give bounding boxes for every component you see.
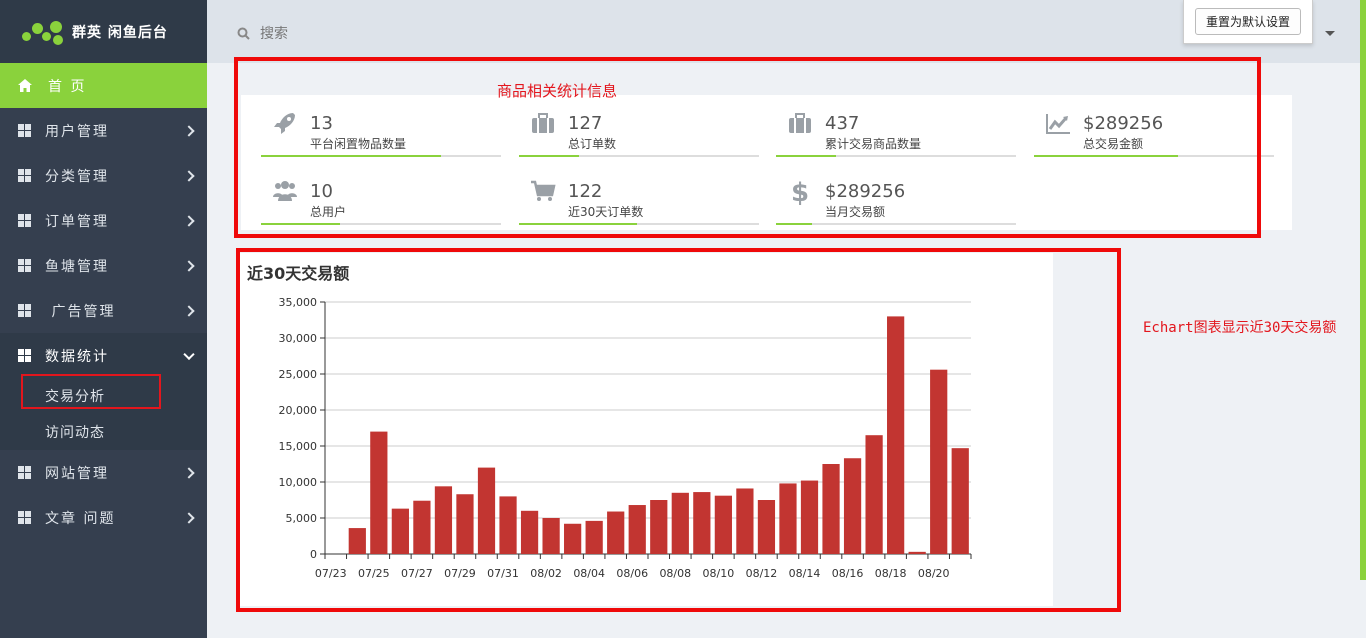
brand-name: 群英 闲鱼后台 — [72, 24, 168, 41]
chevron-right-icon — [183, 259, 195, 272]
search-icon — [237, 27, 250, 40]
nav-label: 用户管理 — [45, 123, 109, 140]
nav-item-articles[interactable]: 文章 问题 — [0, 495, 207, 540]
nav-label: 订单管理 — [45, 213, 109, 230]
nav-label: 分类管理 — [45, 168, 109, 185]
chevron-right-icon — [183, 169, 195, 182]
nav-label: 广告管理 — [45, 303, 116, 320]
grid-icon — [18, 466, 31, 479]
nav-item-users[interactable]: 用户管理 — [0, 108, 207, 153]
nav-item-categories[interactable]: 分类管理 — [0, 153, 207, 198]
grid-icon — [18, 124, 31, 137]
nav-item-ads[interactable]: 广告管理 — [0, 288, 207, 333]
annotation-box-stats — [234, 57, 1261, 238]
nav-item-ponds[interactable]: 鱼塘管理 — [0, 243, 207, 288]
nav-label: 首 页 — [48, 78, 87, 95]
chevron-right-icon — [183, 466, 195, 479]
chevron-right-icon — [183, 214, 195, 227]
scrollbar[interactable] — [1360, 0, 1366, 580]
grid-icon — [18, 349, 31, 362]
grid-icon — [18, 169, 31, 182]
grid-icon — [18, 259, 31, 272]
logo-icon — [22, 19, 64, 45]
caret-down-icon[interactable] — [1325, 31, 1335, 36]
nav-label: 网站管理 — [45, 465, 109, 482]
annotation-box-chart — [236, 248, 1121, 612]
grid-icon — [18, 511, 31, 524]
annotation-box-submenu — [21, 374, 161, 409]
sub-item-visit-trends[interactable]: 访问动态 — [0, 414, 207, 450]
topbar: 搜索 重置为默认设置 — [207, 0, 1366, 63]
chevron-right-icon — [183, 304, 195, 317]
nav-label: 鱼塘管理 — [45, 258, 109, 275]
reset-popover: 重置为默认设置 — [1183, 0, 1313, 44]
nav-item-statistics[interactable]: 数据统计 — [0, 333, 207, 378]
nav-label: 数据统计 — [45, 348, 109, 365]
nav-item-site[interactable]: 网站管理 — [0, 450, 207, 495]
annotation-stats-text: 商品相关统计信息 — [497, 82, 618, 100]
nav-item-orders[interactable]: 订单管理 — [0, 198, 207, 243]
home-icon — [18, 79, 32, 92]
grid-icon — [18, 304, 31, 317]
chevron-right-icon — [183, 511, 195, 524]
search-placeholder: 搜索 — [260, 26, 288, 42]
nav-item-home[interactable]: 首 页 — [0, 63, 207, 108]
chevron-right-icon — [183, 124, 195, 137]
grid-icon — [18, 214, 31, 227]
annotation-chart-text: Echart图表显示近30天交易额 — [1143, 320, 1337, 336]
search-input[interactable]: 搜索 — [237, 23, 288, 43]
reset-default-button[interactable]: 重置为默认设置 — [1194, 8, 1301, 35]
nav-label: 文章 问题 — [45, 510, 116, 527]
sidebar: 群英 闲鱼后台 首 页 用户管理 分类管理 订单管理 鱼塘管理 广告管理 数据统… — [0, 0, 207, 638]
brand: 群英 闲鱼后台 — [0, 0, 207, 63]
chevron-down-icon — [183, 348, 195, 360]
